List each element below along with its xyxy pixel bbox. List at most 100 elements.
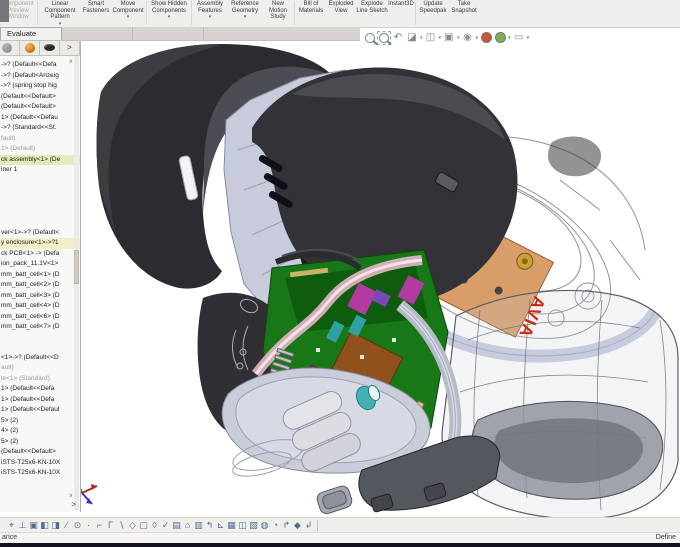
- assembly-tool-icon-22[interactable]: ◫: [237, 521, 248, 530]
- tree-item[interactable]: ->? (spring stop hig: [0, 81, 80, 92]
- dropdown-arrow-icon[interactable]: ▾: [439, 35, 442, 41]
- panel-expand-icon[interactable]: >: [71, 500, 76, 509]
- cad-model[interactable]: AVIA: [0, 0, 680, 547]
- dropdown-arrow-icon[interactable]: ▾: [168, 15, 171, 20]
- assembly-tool-icon-19[interactable]: ↰: [204, 521, 215, 530]
- panel-tab-display-manager[interactable]: [20, 40, 40, 55]
- hide-show-items-icon[interactable]: ◉: [461, 31, 475, 45]
- graphics-area[interactable]: AVIA: [0, 0, 680, 547]
- toolbar-item-exploded-view[interactable]: Exploded View: [326, 0, 356, 14]
- tree-item[interactable]: 5> (2): [0, 416, 80, 427]
- assembly-tool-icon-6[interactable]: ∕: [61, 521, 72, 530]
- dropdown-arrow-icon[interactable]: ▾: [527, 35, 530, 41]
- tree-item[interactable]: (Default<<Default>: [0, 102, 80, 113]
- tab-inactive[interactable]: [133, 27, 204, 40]
- section-view-icon[interactable]: ◪: [405, 31, 419, 45]
- tree-item[interactable]: ck PCB<1> -> (Defa: [0, 249, 80, 260]
- assembly-tool-icon-9[interactable]: ⌐: [94, 521, 105, 530]
- tree-item[interactable]: iSTS-T25x6-KN-10X: [0, 468, 80, 479]
- tab-inactive[interactable]: [62, 27, 133, 40]
- assembly-tool-icon-20[interactable]: ⊾: [215, 521, 226, 530]
- assembly-tool-icon-24[interactable]: ◍: [259, 521, 270, 530]
- assembly-tool-icon-8[interactable]: ·: [83, 521, 94, 530]
- toolbar-item-linear-component-pattern[interactable]: Linear Component Pattern▾: [39, 0, 81, 27]
- assembly-tool-icon-27[interactable]: ◆: [292, 521, 303, 530]
- assembly-tool-icon-2[interactable]: ⊥: [17, 521, 28, 530]
- tree-item[interactable]: mm_batt_cell<6> (D: [0, 312, 80, 323]
- tree-scrollbar-thumb[interactable]: [74, 250, 79, 284]
- dropdown-arrow-icon[interactable]: ▾: [457, 35, 460, 41]
- assembly-tool-icon-12[interactable]: ◇: [127, 521, 138, 530]
- tree-item[interactable]: 1> (Default): [0, 144, 80, 155]
- assembly-tool-icon-14[interactable]: ◊: [149, 521, 160, 530]
- tree-item[interactable]: le<1> (Standard): [0, 374, 80, 385]
- tree-item[interactable]: ault): [0, 363, 80, 374]
- assembly-tool-icon-23[interactable]: ▧: [248, 521, 259, 530]
- tree-item[interactable]: mm_batt_cell<2> (D: [0, 280, 80, 291]
- dropdown-arrow-icon[interactable]: ▾: [127, 15, 130, 20]
- tree-item[interactable]: ion_pack_11.1V<1>: [0, 259, 80, 270]
- toolbar-item-update-speedpak[interactable]: Update Speedpak: [417, 0, 449, 14]
- assembly-tool-icon-1[interactable]: ⌖: [6, 521, 17, 530]
- tree-item[interactable]: ver<1>->? (Default<: [0, 228, 80, 239]
- tree-item[interactable]: 1> (Default<<Defaul: [0, 405, 80, 416]
- assembly-tool-icon-21[interactable]: ▦: [226, 521, 237, 530]
- zoom-to-area-icon[interactable]: [377, 31, 391, 45]
- assembly-tool-icon-28[interactable]: ↲: [303, 521, 314, 530]
- toolbar-item-new-motion-study[interactable]: New Motion Study: [263, 0, 293, 21]
- tree-item[interactable]: y enclosure<1>->?1: [0, 238, 80, 249]
- panel-tab-feature-manager[interactable]: [0, 40, 20, 55]
- tree-item[interactable]: 1> (Default<<Defau: [0, 113, 80, 124]
- assembly-tool-icon-25[interactable]: ◔: [270, 521, 281, 530]
- dropdown-arrow-icon[interactable]: ▾: [476, 35, 479, 41]
- assembly-tool-icon-18[interactable]: ▥: [193, 521, 204, 530]
- panel-tab-eye[interactable]: [40, 40, 60, 55]
- toolbar-item-show-hidden-components[interactable]: Show Hidden Components▾: [148, 0, 190, 20]
- dropdown-arrow-icon[interactable]: ▾: [508, 35, 511, 41]
- display-style-icon[interactable]: ▣: [442, 31, 456, 45]
- assembly-tool-icon-15[interactable]: ✓: [160, 521, 171, 530]
- zoom-to-fit-icon[interactable]: [363, 31, 377, 45]
- toolbar-item-move-component[interactable]: Move Component▾: [111, 0, 145, 20]
- toolbar-item-explode-line-sketch[interactable]: Explode Line Sketch: [356, 0, 388, 14]
- view-settings-icon[interactable]: ▭: [512, 31, 526, 45]
- tree-item[interactable]: ck assembly<1> (De: [0, 155, 80, 166]
- view-orientation-icon[interactable]: ◫: [424, 31, 438, 45]
- previous-view-icon[interactable]: ↶: [391, 31, 405, 45]
- apply-scene-icon[interactable]: [493, 31, 507, 45]
- assembly-tool-icon-17[interactable]: ⌂: [182, 521, 193, 530]
- tree-item[interactable]: mm_batt_cell<3> (D: [0, 291, 80, 302]
- tab-evaluate[interactable]: Evaluate: [0, 27, 62, 40]
- tree-item[interactable]: (Default<<Default>: [0, 447, 80, 458]
- rubber-cap-part[interactable]: [315, 484, 353, 515]
- toolbar-item-instant3d[interactable]: Instant3D: [388, 0, 414, 8]
- assembly-tool-icon-26[interactable]: ↱: [281, 521, 292, 530]
- tree-item[interactable]: (Default<<Default>: [0, 92, 80, 103]
- assembly-tool-icon-5[interactable]: ◨: [50, 521, 61, 530]
- toolbar-item-assembly-features[interactable]: Assembly Features▾: [193, 0, 227, 20]
- assembly-tool-icon-3[interactable]: ▣: [28, 521, 39, 530]
- assembly-tool-icon-7[interactable]: ⊙: [72, 521, 83, 530]
- tree-item[interactable]: iner 1: [0, 165, 80, 176]
- tree-item[interactable]: 4> (2): [0, 426, 80, 437]
- dropdown-arrow-icon[interactable]: ▾: [244, 15, 247, 20]
- tree-item[interactable]: mm_batt_cell<4> (D: [0, 301, 80, 312]
- tree-item[interactable]: 1> (Default<<Defa: [0, 395, 80, 406]
- tree-item[interactable]: mm_batt_cell<1> (D: [0, 270, 80, 281]
- edit-appearance-icon[interactable]: [479, 31, 493, 45]
- scroll-up-icon[interactable]: ∧: [69, 58, 73, 65]
- dropdown-arrow-icon[interactable]: ▾: [209, 15, 212, 20]
- tree-item[interactable]: ->? (Standard<<St.: [0, 123, 80, 134]
- assembly-tool-icon-10[interactable]: Γ: [105, 521, 116, 530]
- tree-item[interactable]: <1>->? (Default<<D: [0, 353, 80, 364]
- toolbar-item-take-snapshot[interactable]: Take Snapshot: [449, 0, 479, 14]
- tree-item[interactable]: ->? (Default<Anzeig: [0, 71, 80, 82]
- toolbar-item-smart-fasteners[interactable]: Smart Fasteners: [81, 0, 111, 14]
- tree-item[interactable]: fault): [0, 134, 80, 145]
- scroll-down-icon[interactable]: ∨: [69, 492, 73, 499]
- assembly-tool-icon-11[interactable]: ∖: [116, 521, 127, 530]
- tree-item[interactable]: iSTS-T25x6-KN-10X: [0, 458, 80, 469]
- rear-clip-part[interactable]: [548, 136, 601, 176]
- panel-flyout-expand[interactable]: >: [60, 40, 80, 55]
- assembly-tool-icon-13[interactable]: ▢: [138, 521, 149, 530]
